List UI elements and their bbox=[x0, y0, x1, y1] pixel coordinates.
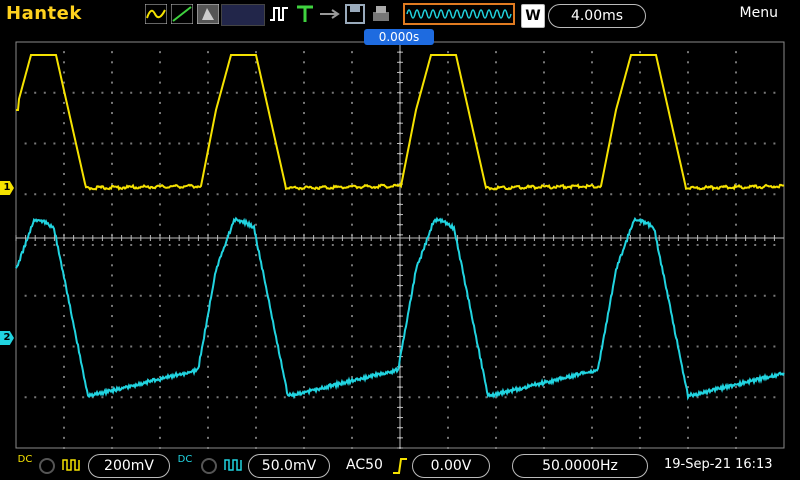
waveform-display[interactable] bbox=[0, 0, 800, 480]
ch2-scale-display[interactable]: 50.0mV bbox=[248, 454, 330, 478]
trigger-level-display[interactable]: 0.00V bbox=[412, 454, 490, 478]
trigger-mode-label[interactable]: AC50 bbox=[346, 457, 383, 473]
bottom-bar: DC 200mV DC 50.0mV AC50 0.00V 50.0000Hz … bbox=[0, 452, 800, 480]
frequency-display: 50.0000Hz bbox=[512, 454, 648, 478]
trigger-rising-edge-icon bbox=[393, 458, 407, 474]
ch1-bandwidth-icon bbox=[39, 458, 55, 474]
date-time-display: 19-Sep-21 16:13 bbox=[664, 457, 773, 472]
ch1-probe-icon bbox=[62, 459, 80, 471]
ch2-probe-icon bbox=[224, 459, 242, 471]
ch2-coupling-icon: DC bbox=[177, 454, 193, 465]
ch1-coupling-icon: DC bbox=[17, 454, 33, 465]
ch2-bandwidth-icon bbox=[201, 458, 217, 474]
trigger-time-marker[interactable]: 0.000s bbox=[364, 29, 434, 45]
ch1-scale-display[interactable]: 200mV bbox=[88, 454, 170, 478]
